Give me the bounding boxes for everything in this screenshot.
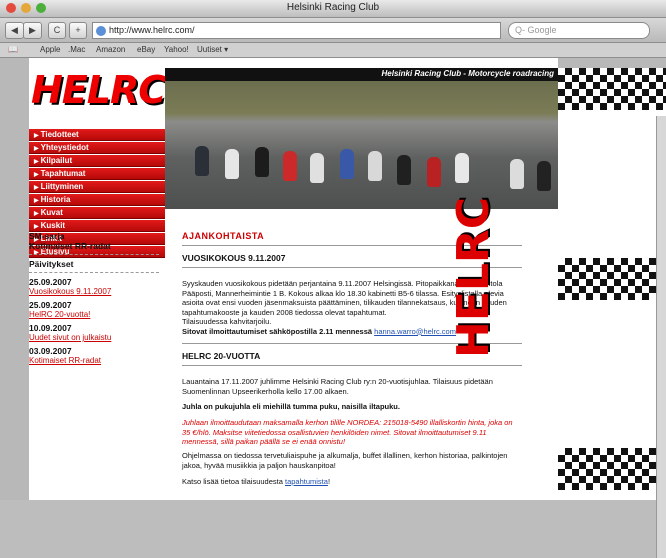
nav-item-liittyminen[interactable]: ▶ Liittyminen <box>29 181 165 193</box>
payment-note: Juhlaan ilmoittaudutaan maksamalla kerho… <box>182 418 513 446</box>
nav-item-tapahtumat[interactable]: ▶ Tapahtumat <box>29 168 165 180</box>
url-field[interactable]: http://www.helrc.com/ <box>92 22 501 39</box>
divider <box>29 254 159 255</box>
bookmark-uutiset[interactable]: Uutiset ▾ <box>197 45 228 54</box>
browser-toolbar: ◀ ▶ C + http://www.helrc.com/ Q- Google <box>0 18 666 43</box>
window-title: Helsinki Racing Club <box>286 2 380 13</box>
sm-series-title: SM-sarja <box>29 231 65 241</box>
rider-figure <box>255 147 269 177</box>
bookmarks-book-icon[interactable]: 📖 <box>8 45 18 54</box>
checkered-flag <box>558 448 666 490</box>
dress-code-text: Juhla on pukujuhla eli miehillä tumma pu… <box>182 402 400 411</box>
globe-icon <box>96 25 106 36</box>
bookmark-mac[interactable]: .Mac <box>68 45 85 54</box>
side-banner: HELRC <box>448 68 666 500</box>
rider-figure <box>427 157 441 187</box>
page-viewport: HELRC Helsinki Racing Club - Motorcycle … <box>0 58 666 558</box>
events-link[interactable]: tapahtumista <box>285 477 328 486</box>
email-link[interactable]: hanna.warro@helrc.com <box>374 327 456 336</box>
arrow-icon: ▶ <box>34 185 39 191</box>
left-sidebar: SM-sarja Kotimaiset RR-radat Päivitykset… <box>29 231 159 365</box>
logo-area: HELRC <box>29 58 166 129</box>
nav-item-historia[interactable]: ▶ Historia <box>29 194 165 206</box>
search-placeholder: Q- Google <box>515 25 557 35</box>
reload-button[interactable]: C <box>48 22 66 39</box>
update-date: 25.09.2007 <box>29 277 72 287</box>
rider-figure <box>455 153 469 183</box>
update-date: 10.09.2007 <box>29 323 72 333</box>
bookmark-apple[interactable]: Apple <box>40 45 60 54</box>
rider-figure <box>537 161 551 191</box>
rider-figure <box>510 159 524 189</box>
forward-button[interactable]: ▶ <box>23 22 42 39</box>
add-bookmark-button[interactable]: + <box>69 22 87 39</box>
nav-label: Kilpailut <box>40 156 73 165</box>
nav-label: Yhteystiedot <box>40 143 89 152</box>
nav-item-kilpailut[interactable]: ▶ Kilpailut <box>29 155 165 167</box>
rider-figure <box>310 153 324 183</box>
nav-item-tiedotteet[interactable]: ▶ Tiedotteet <box>29 129 165 141</box>
header-text: Helsinki Racing Club - Motorcycle roadra… <box>381 69 554 78</box>
back-button[interactable]: ◀ <box>5 22 24 39</box>
scrollbar[interactable] <box>656 116 666 558</box>
rider-figure <box>368 151 382 181</box>
rider-figure <box>225 149 239 179</box>
update-link[interactable]: Kotimaiset RR-radat <box>29 356 159 365</box>
more-info-text: Katso lisää tietoa tilaisuudesta tapahtu… <box>182 477 331 486</box>
banner-logo: HELRC <box>448 196 499 358</box>
article-title: HELRC 20-VUOTTA <box>182 351 261 361</box>
updates-title: Päivitykset <box>29 259 74 269</box>
update-date: 25.09.2007 <box>29 300 72 310</box>
nav-label: Historia <box>40 195 71 204</box>
rider-figure <box>340 149 354 179</box>
header-bar: Helsinki Racing Club - Motorcycle roadra… <box>165 68 558 81</box>
article-title: VUOSIKOKOUS 9.11.2007 <box>182 253 286 263</box>
url-text: http://www.helrc.com/ <box>109 25 195 35</box>
nav-label: Kuvat <box>40 208 63 217</box>
window-titlebar: Helsinki Racing Club <box>0 0 666 18</box>
nav-label: Kuskit <box>40 221 66 230</box>
article-text: Tilaisuudessa kahvitarjoilu. <box>182 317 272 326</box>
signup-text: Sitovat ilmoittautumiset sähköpostilla 2… <box>182 326 373 336</box>
arrow-icon: ▶ <box>34 211 39 217</box>
nav-item-yhteystiedot[interactable]: ▶ Yhteystiedot <box>29 142 165 154</box>
bookmarks-bar: 📖 Apple .Mac Amazon eBay Yahoo! Uutiset … <box>0 43 666 58</box>
rider-figure <box>283 151 297 181</box>
rider-figure <box>397 155 411 185</box>
update-link[interactable]: Uudet sivut on julkaistu <box>29 333 159 342</box>
arrow-icon: ▶ <box>34 159 39 165</box>
rider-figure <box>195 146 209 176</box>
checkered-flag <box>558 258 666 300</box>
site-logo[interactable]: HELRC <box>31 68 166 112</box>
more-info-label: Katso lisää tietoa tilaisuudesta <box>182 477 283 486</box>
article-text: Lauantaina 17.11.2007 juhlimme Helsinki … <box>182 377 493 396</box>
nav-label: Tapahtumat <box>40 169 86 178</box>
divider <box>29 272 159 273</box>
arrow-icon: ▶ <box>34 133 39 139</box>
divider <box>182 365 522 366</box>
bookmark-amazon[interactable]: Amazon <box>96 45 125 54</box>
bookmark-ebay[interactable]: eBay <box>137 45 155 54</box>
sm-series-link[interactable]: Kotimaiset RR-radat <box>29 241 159 251</box>
checkered-flag <box>558 68 666 110</box>
bookmark-yahoo[interactable]: Yahoo! <box>164 45 189 54</box>
nav-label: Tiedotteet <box>40 130 79 139</box>
update-link[interactable]: HelRC 20-vuotta! <box>29 310 159 319</box>
article-body: Lauantaina 17.11.2007 juhlimme Helsinki … <box>182 377 522 396</box>
arrow-icon: ▶ <box>34 224 39 230</box>
main-content: AJANKOHTAISTA VUOSIKOKOUS 9.11.2007 Syys… <box>174 221 558 500</box>
search-field[interactable]: Q- Google <box>508 22 650 39</box>
program-text: Ohjelmassa on tiedossa tervetuliaispuhe … <box>182 451 508 470</box>
section-title: AJANKOHTAISTA <box>182 231 265 241</box>
arrow-icon: ▶ <box>34 198 39 204</box>
update-link[interactable]: Vuosikokous 9.11.2007 <box>29 287 159 296</box>
nav-label: Liittyminen <box>40 182 84 191</box>
arrow-icon: ▶ <box>34 146 39 152</box>
arrow-icon: ▶ <box>34 172 39 178</box>
header-photo <box>165 81 558 209</box>
update-date: 03.09.2007 <box>29 346 72 356</box>
nav-item-kuvat[interactable]: ▶ Kuvat <box>29 207 165 219</box>
